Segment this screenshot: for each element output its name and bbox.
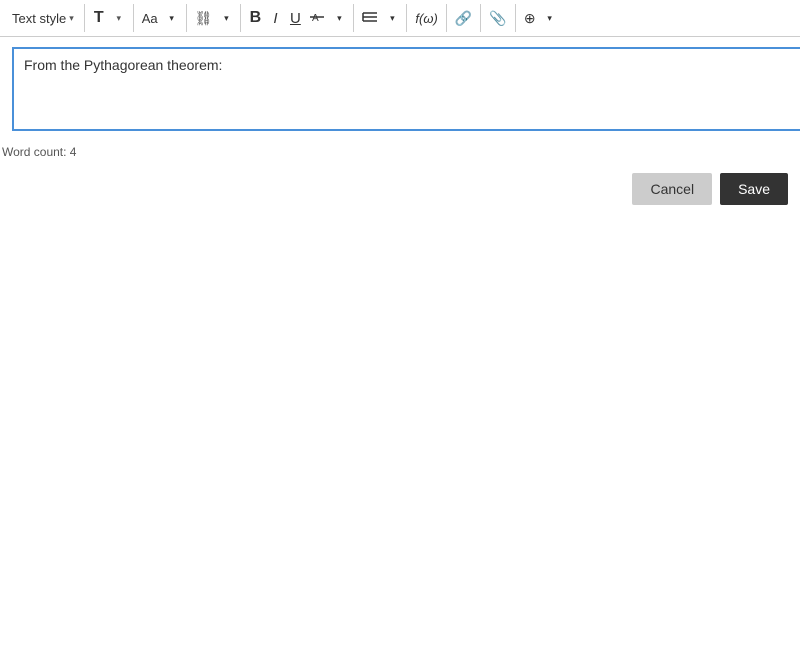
formula-button[interactable]: f(ω) bbox=[411, 6, 441, 30]
format-bold-italic-group: B I U A ▾ bbox=[241, 4, 354, 32]
save-button[interactable]: Save bbox=[720, 173, 788, 205]
action-buttons-area: Cancel Save bbox=[0, 163, 800, 215]
underline-icon: U bbox=[290, 10, 301, 27]
format-chain-dropdown[interactable]: ▾ bbox=[216, 6, 236, 30]
format-T-btn[interactable]: T bbox=[89, 6, 109, 30]
list-icon bbox=[362, 9, 378, 28]
text-color-dropdown[interactable]: ▾ bbox=[329, 6, 349, 30]
chain-icon: ⛓ bbox=[195, 10, 213, 27]
plus-circle-icon: ⊕ bbox=[524, 10, 536, 27]
cancel-button[interactable]: Cancel bbox=[632, 173, 712, 205]
format-Aa-dropdown[interactable]: ▾ bbox=[162, 6, 182, 30]
paperclip-icon: 📎 bbox=[489, 10, 506, 27]
format-Aa-btn[interactable]: Aa bbox=[138, 6, 162, 30]
toolbar: Text style ▾ T ▾ Aa ▾ ⛓ ▾ B I U bbox=[0, 0, 800, 37]
text-style-dropdown[interactable]: Text style ▾ bbox=[6, 9, 80, 28]
format-list-group: ▾ bbox=[354, 4, 407, 32]
text-T-icon: T bbox=[94, 9, 104, 27]
italic-button[interactable]: I bbox=[265, 6, 285, 30]
text-style-label: Text style bbox=[12, 11, 66, 26]
insert-dropdown[interactable]: ▾ bbox=[540, 6, 560, 30]
bold-icon: B bbox=[250, 9, 262, 27]
link-button[interactable]: 🔗 bbox=[451, 6, 476, 30]
editor-area: From the Pythagorean theorem: bbox=[0, 37, 800, 141]
underline-button[interactable]: U bbox=[285, 6, 305, 30]
format-Aa-group: Aa ▾ bbox=[134, 4, 187, 32]
format-chain-group: ⛓ ▾ bbox=[187, 4, 242, 32]
strikethrough-icon: A bbox=[309, 9, 325, 28]
text-Aa-icon: Aa bbox=[142, 11, 158, 26]
italic-icon: I bbox=[273, 10, 277, 27]
format-link-group: 🔗 bbox=[447, 4, 481, 32]
chevron-down-icon: ▾ bbox=[69, 13, 74, 24]
format-T-group: T ▾ bbox=[85, 4, 134, 32]
formula-icon: f(ω) bbox=[415, 11, 437, 26]
format-fn-group: f(ω) bbox=[407, 4, 446, 32]
list-button[interactable] bbox=[358, 6, 382, 30]
insert-button[interactable]: ⊕ bbox=[520, 6, 540, 30]
word-count: Word count: 4 bbox=[0, 141, 800, 163]
svg-text:A: A bbox=[312, 13, 319, 24]
format-chain-btn[interactable]: ⛓ bbox=[191, 6, 217, 30]
link-icon: 🔗 bbox=[455, 10, 472, 27]
list-dropdown[interactable]: ▾ bbox=[382, 6, 402, 30]
attachment-button[interactable]: 📎 bbox=[485, 6, 510, 30]
editor-textarea[interactable]: From the Pythagorean theorem: bbox=[12, 47, 800, 131]
strikethrough-button[interactable]: A bbox=[305, 6, 329, 30]
text-style-group: Text style ▾ bbox=[2, 4, 85, 32]
format-insert-group: ⊕ ▾ bbox=[516, 4, 564, 32]
format-T-dropdown[interactable]: ▾ bbox=[109, 6, 129, 30]
bold-button[interactable]: B bbox=[245, 6, 265, 30]
format-attachment-group: 📎 bbox=[481, 4, 515, 32]
